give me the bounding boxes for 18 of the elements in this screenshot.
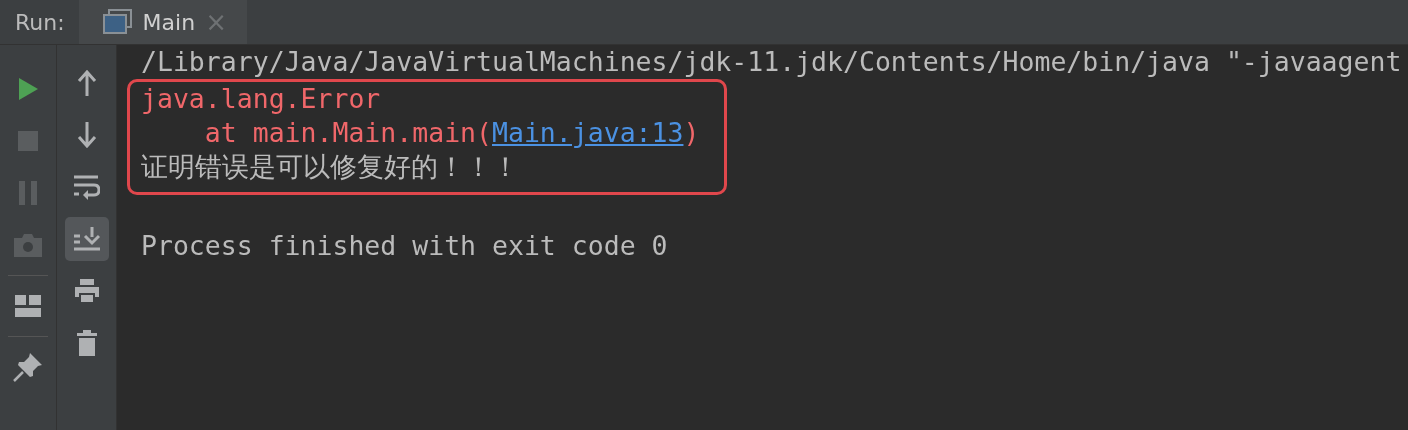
run-icon[interactable] xyxy=(17,77,39,101)
error-text: java.lang.Error xyxy=(141,83,381,114)
run-tab[interactable]: Main × xyxy=(78,0,247,44)
console-text: 证明错误是可以修复好的！！！ xyxy=(141,151,519,182)
scroll-to-end-icon[interactable] xyxy=(73,227,100,251)
arrow-up-icon[interactable] xyxy=(76,70,97,96)
console-window-icon xyxy=(102,9,133,35)
soft-wrap-icon[interactable] xyxy=(73,174,100,200)
error-text: at main.Main.main( xyxy=(203,117,492,148)
console-text: /Library/Java/JavaVirtualMachines/jdk-11.jdk/Contents/Home/bin/java "-javaagent xyxy=(141,46,1402,77)
arrow-down-icon[interactable] xyxy=(76,122,97,148)
printer-icon[interactable] xyxy=(74,279,99,303)
layout-icon[interactable] xyxy=(15,295,41,317)
trash-icon[interactable] xyxy=(76,330,97,356)
console-text: Process finished with exit code 0 xyxy=(141,230,668,261)
pin-icon[interactable] xyxy=(13,352,43,382)
error-text: ) xyxy=(683,117,700,148)
source-link[interactable]: Main.java:13 xyxy=(492,117,684,148)
